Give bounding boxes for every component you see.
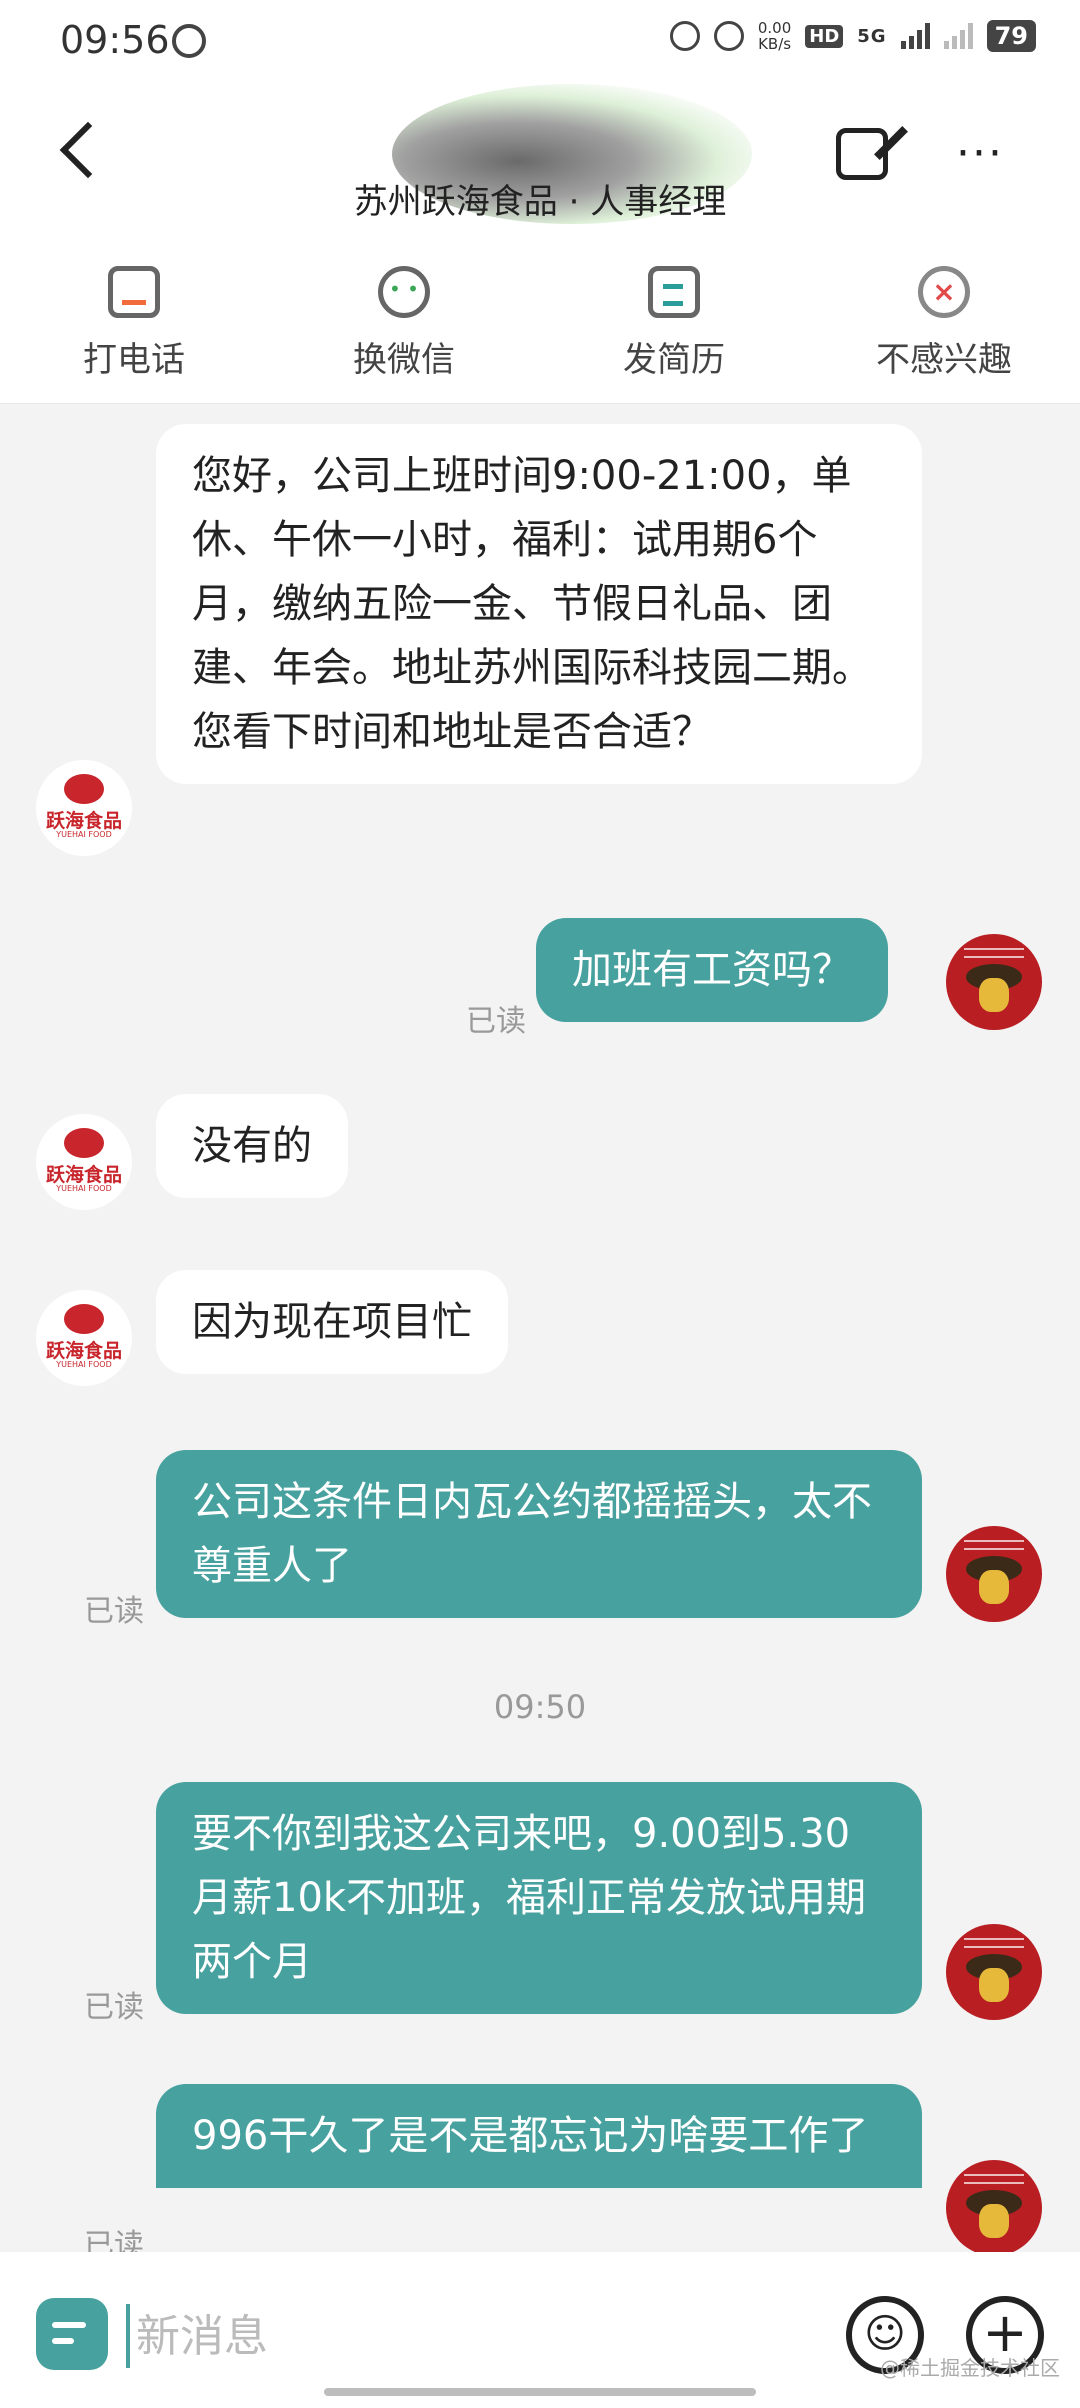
company-logo-icon	[64, 774, 104, 804]
watermark: @稀土掘金技术社区	[880, 2356, 1060, 2380]
action-label: 换微信	[353, 340, 455, 380]
phone-icon	[108, 266, 160, 318]
resume-action[interactable]: 发简历	[564, 254, 784, 381]
home-indicator[interactable]	[324, 2388, 756, 2396]
message-bubble[interactable]: 要不你到我这公司来吧，9.00到5.30月薪10k不加班，福利正常发放试用期两个…	[156, 1782, 922, 2014]
company-logo-text: 跃海食品	[45, 1164, 122, 1186]
action-label: 不感兴趣	[876, 340, 1012, 380]
action-label: 打电话	[83, 340, 185, 380]
user-avatar[interactable]	[946, 1526, 1042, 1622]
company-avatar[interactable]: 跃海食品 YUEHAI FOOD	[36, 1290, 132, 1386]
composer: ☺ + @稀土掘金技术社区	[0, 2252, 1080, 2408]
status-indicators: 0.00 KB/s HD 5G 79	[669, 19, 1036, 53]
quick-reply-button[interactable]	[36, 2298, 108, 2370]
message-list[interactable]: 跃海食品 YUEHAI FOOD 您好，公司上班时间9:00-21:00，单休、…	[0, 404, 1080, 2252]
user-avatar[interactable]	[946, 934, 1042, 1030]
resume-icon	[648, 266, 700, 318]
alarm-icon	[669, 21, 700, 51]
not-interested-icon: ×	[918, 266, 970, 318]
back-button[interactable]	[59, 121, 117, 179]
signal-bars-icon	[900, 23, 930, 49]
do-not-disturb-icon	[172, 24, 206, 58]
mute-icon	[713, 21, 744, 51]
chat-header: 苏州跃海食品 · 人事经理 ···	[0, 84, 1080, 244]
wechat-action[interactable]: 换微信	[294, 254, 514, 381]
call-action[interactable]: 打电话	[24, 254, 244, 381]
action-label: 发简历	[623, 340, 725, 380]
read-status: 已读	[466, 1004, 526, 1039]
message-bubble[interactable]: 没有的	[156, 1094, 348, 1198]
read-status: 已读	[84, 1594, 144, 1629]
message-bubble[interactable]: 您好，公司上班时间9:00-21:00，单休、午休一小时，福利：试用期6个月，缴…	[156, 424, 922, 784]
read-status: 已读	[84, 2228, 144, 2252]
signal-bars-2-icon	[943, 23, 973, 49]
company-avatar[interactable]: 跃海食品 YUEHAI FOOD	[36, 760, 132, 856]
not-interested-action[interactable]: × 不感兴趣	[834, 254, 1054, 381]
company-logo-text: 跃海食品	[45, 1340, 122, 1362]
message-input[interactable]	[126, 2304, 786, 2368]
company-logo-sub: YUEHAI FOOD	[56, 1360, 112, 1369]
wechat-icon	[378, 266, 430, 318]
edit-icon[interactable]	[836, 128, 888, 180]
company-logo-text: 跃海食品	[45, 810, 122, 832]
quick-actions: 打电话 换微信 发简历 × 不感兴趣	[0, 244, 1080, 404]
status-bar: 09:56 0.00 KB/s HD 5G 79	[0, 0, 1080, 84]
message-bubble[interactable]: 996干久了是不是都忘记为啥要工作了	[156, 2084, 922, 2188]
message-bubble[interactable]: 加班有工资吗？	[536, 918, 888, 1022]
network-type: 5G	[857, 25, 887, 47]
more-button[interactable]: ···	[956, 128, 1004, 179]
timestamp: 09:50	[493, 1688, 587, 1726]
company-logo-icon	[64, 1304, 104, 1334]
chat-title: 苏州跃海食品 · 人事经理	[353, 182, 727, 222]
hd-badge: HD	[805, 24, 844, 48]
message-bubble[interactable]: 因为现在项目忙	[156, 1270, 508, 1374]
net-speed: 0.00 KB/s	[757, 19, 792, 53]
company-logo-icon	[64, 1128, 104, 1158]
company-avatar[interactable]: 跃海食品 YUEHAI FOOD	[36, 1114, 132, 1210]
read-status: 已读	[84, 1990, 144, 2025]
status-time: 09:56	[60, 18, 170, 62]
user-avatar[interactable]	[946, 1924, 1042, 2020]
company-logo-sub: YUEHAI FOOD	[56, 1184, 112, 1193]
message-bubble[interactable]: 公司这条件日内瓦公约都摇摇头，太不尊重人了	[156, 1450, 922, 1618]
company-logo-sub: YUEHAI FOOD	[56, 830, 112, 839]
battery-level: 79	[986, 20, 1036, 52]
user-avatar[interactable]	[946, 2160, 1042, 2252]
